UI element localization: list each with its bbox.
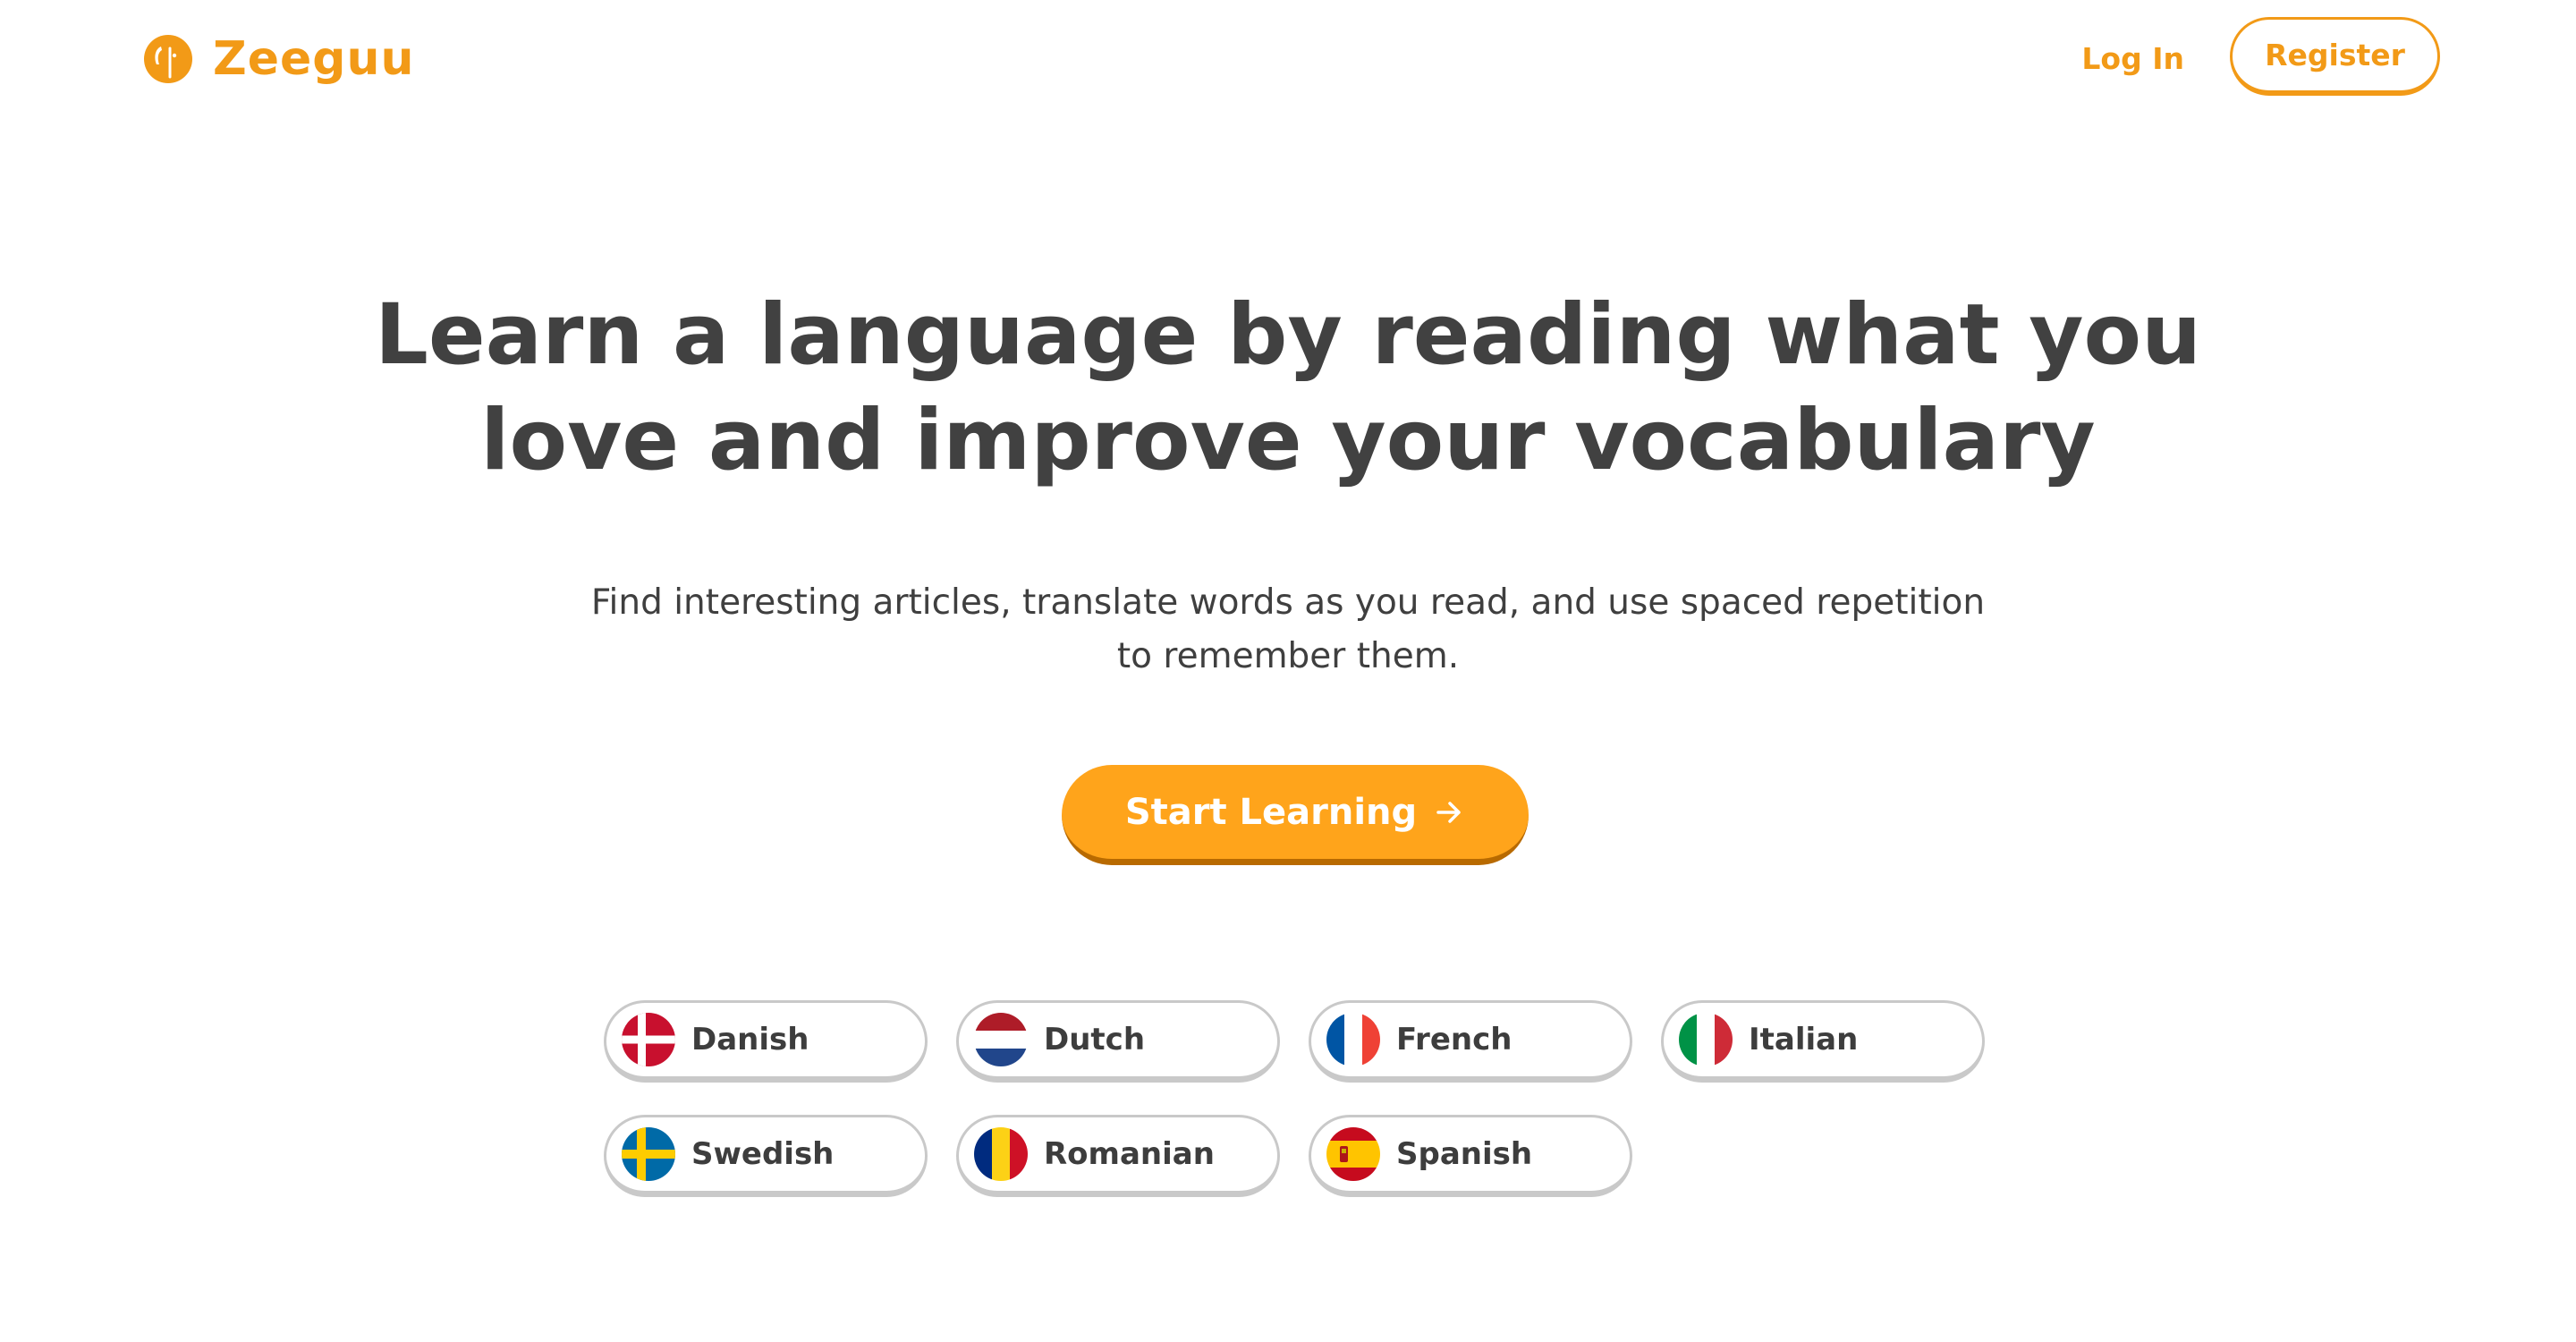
- language-option-dutch[interactable]: Dutch: [956, 1000, 1280, 1083]
- login-link[interactable]: Log In: [2081, 36, 2184, 82]
- language-list: Danish Dutch French Italian Swedish Roma…: [604, 1000, 1990, 1197]
- french-flag-icon: [1326, 1013, 1380, 1066]
- language-label: French: [1396, 1022, 1513, 1057]
- language-option-french[interactable]: French: [1309, 1000, 1632, 1083]
- page-subtitle: Find interesting articles, translate wor…: [0, 576, 2576, 684]
- language-label: Spanish: [1396, 1136, 1533, 1172]
- elephant-logo-icon: [144, 35, 192, 83]
- brand-name: Zeeguu: [213, 32, 415, 86]
- language-option-swedish[interactable]: Swedish: [604, 1115, 928, 1197]
- language-option-danish[interactable]: Danish: [604, 1000, 928, 1083]
- dutch-flag-icon: [974, 1013, 1028, 1066]
- romanian-flag-icon: [974, 1127, 1028, 1181]
- page-title-line-1: Learn a language by reading what you: [374, 286, 2202, 384]
- start-learning-button[interactable]: Start Learning: [1062, 765, 1529, 865]
- brand-logo[interactable]: Zeeguu: [143, 32, 415, 86]
- page-title: Learn a language by reading what you lov…: [0, 283, 2576, 494]
- language-label: Romanian: [1044, 1136, 1215, 1172]
- arrow-right-icon: [1436, 801, 1461, 823]
- spanish-flag-icon: [1326, 1127, 1380, 1181]
- register-button[interactable]: Register: [2230, 17, 2440, 96]
- italian-flag-icon: [1679, 1013, 1733, 1066]
- start-learning-label: Start Learning: [1124, 791, 1418, 833]
- danish-flag-icon: [622, 1013, 675, 1066]
- language-label: Dutch: [1044, 1022, 1146, 1057]
- landing-page: Zeeguu Log In Register Learn a language …: [0, 0, 2576, 1342]
- page-subtitle-line-1: Find interesting articles, translate wor…: [590, 582, 1986, 623]
- swedish-flag-icon: [622, 1127, 675, 1181]
- language-label: Danish: [691, 1022, 809, 1057]
- language-label: Swedish: [691, 1136, 835, 1172]
- language-option-italian[interactable]: Italian: [1661, 1000, 1985, 1083]
- page-title-line-2: love and improve your vocabulary: [480, 392, 2096, 489]
- language-option-romanian[interactable]: Romanian: [956, 1115, 1280, 1197]
- language-label: Italian: [1749, 1022, 1859, 1057]
- language-option-spanish[interactable]: Spanish: [1309, 1115, 1632, 1197]
- page-subtitle-line-2: to remember them.: [1116, 636, 1460, 676]
